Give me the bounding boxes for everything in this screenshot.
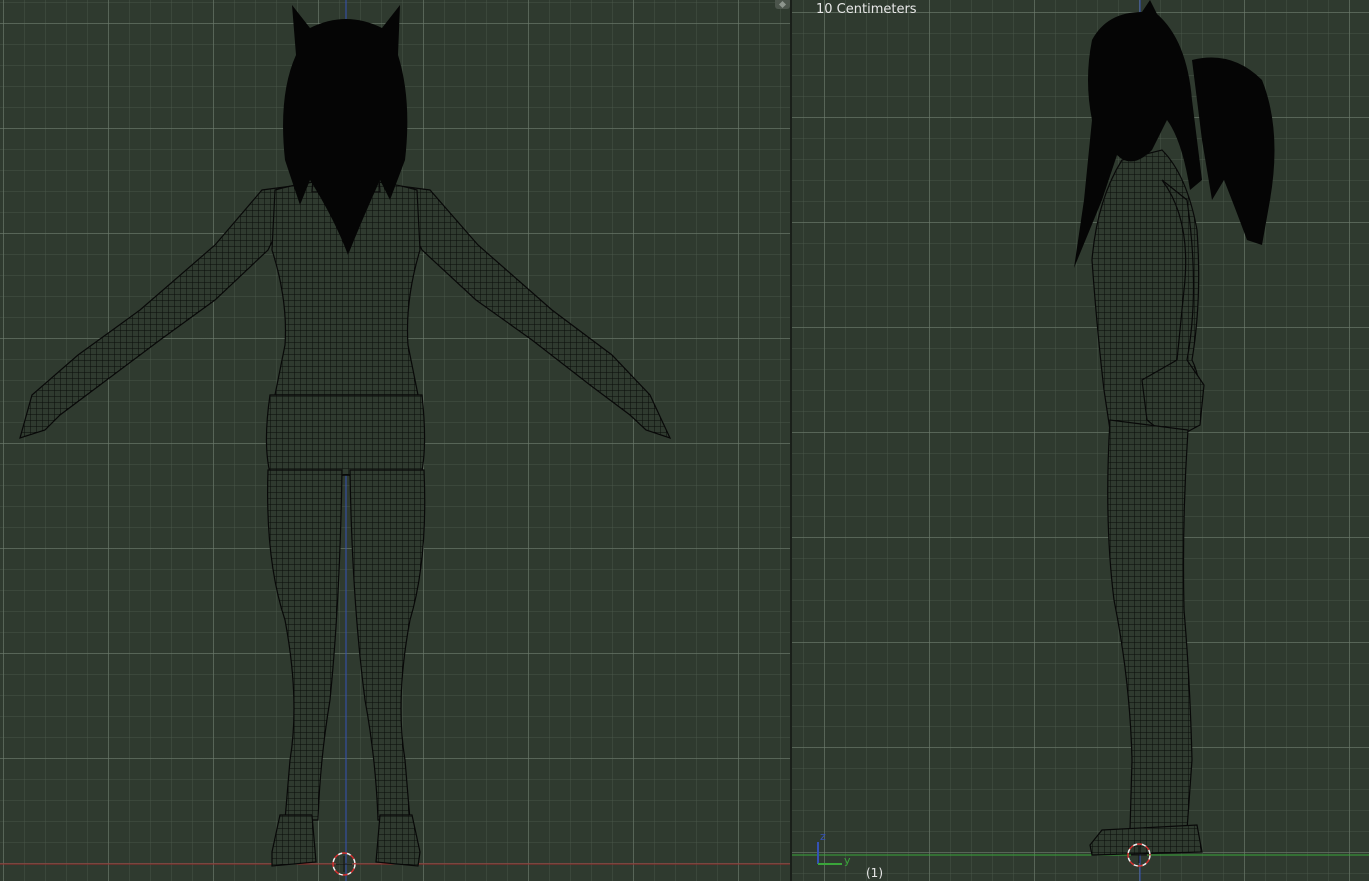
left-leg-mesh xyxy=(267,469,343,821)
side-view-canvas: z y xyxy=(792,0,1369,881)
side-leg-mesh xyxy=(1107,419,1193,831)
frame-number-label: (1) xyxy=(866,866,883,880)
hips-mesh xyxy=(265,394,426,481)
right-arm-mesh xyxy=(390,184,672,440)
axis-gizmo-icon: z y xyxy=(817,830,851,867)
ponytail xyxy=(1192,57,1275,245)
side-foot-mesh xyxy=(1089,824,1203,856)
front-viewport[interactable] xyxy=(0,0,790,881)
split-corner-icon[interactable] xyxy=(775,0,790,9)
front-view-canvas xyxy=(0,0,790,881)
character-side-mesh xyxy=(1089,149,1205,856)
gizmo-y-label: y xyxy=(844,854,851,867)
side-viewport[interactable]: 10 Centimeters z y (1) xyxy=(792,0,1369,881)
right-leg-mesh xyxy=(349,469,426,821)
3d-cursor-icon[interactable] xyxy=(1127,843,1151,867)
gizmo-z-label: z xyxy=(820,830,826,843)
left-arm-mesh xyxy=(19,184,302,439)
right-shoe-mesh xyxy=(375,814,421,867)
character-front-mesh xyxy=(19,149,672,867)
3d-cursor-icon[interactable] xyxy=(332,852,356,876)
left-shoe-mesh xyxy=(271,814,317,867)
